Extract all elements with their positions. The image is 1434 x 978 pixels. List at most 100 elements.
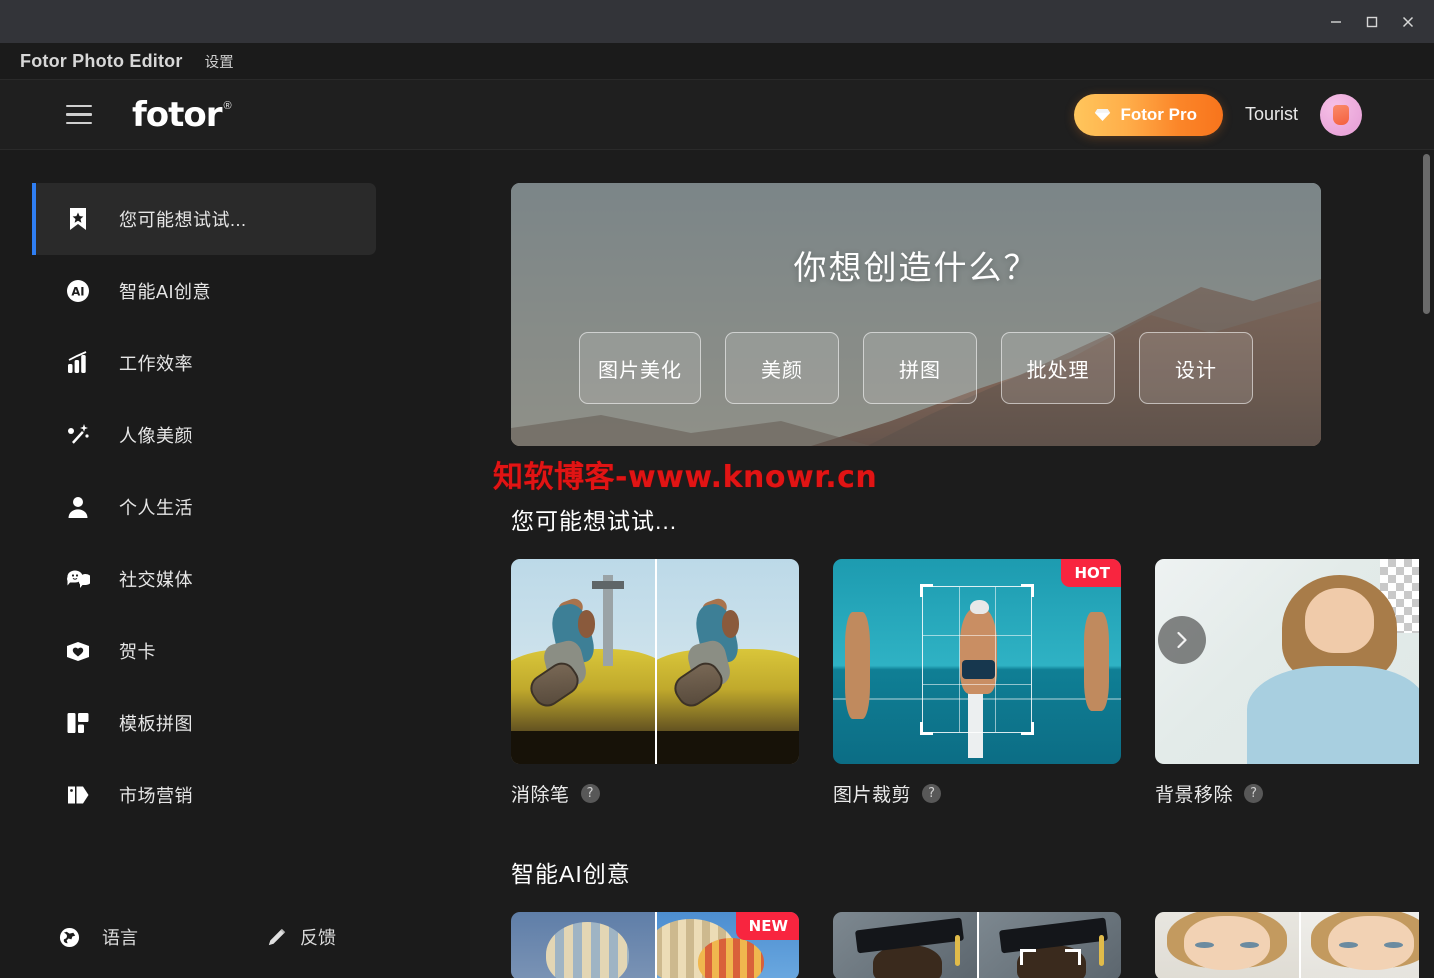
watermark-text: 知软博客-www.knowr.cn xyxy=(493,460,878,495)
fotor-pro-button[interactable]: Fotor Pro xyxy=(1074,93,1223,136)
bookmark-star-icon xyxy=(65,206,91,232)
registered-mark-icon: ® xyxy=(223,99,232,112)
sidebar-item-label: 人像美颜 xyxy=(119,426,193,446)
sidebar-item-label: 智能AI创意 xyxy=(119,282,212,302)
fotor-logo: fotor ® xyxy=(132,98,232,132)
card-title: 消除笔 xyxy=(511,785,570,806)
chevron-right-icon xyxy=(1177,631,1187,649)
sidebar-item-greeting-card[interactable]: 贺卡 xyxy=(32,615,376,687)
svg-text:AI: AI xyxy=(71,285,84,299)
vertical-scrollbar[interactable] xyxy=(1419,150,1434,978)
help-icon[interactable]: ? xyxy=(1244,784,1264,803)
sidebar-item-label: 市场营销 xyxy=(119,786,193,806)
person-icon xyxy=(65,494,91,520)
card-caption: 背景移除 ? xyxy=(1155,780,1434,807)
globe-icon xyxy=(56,924,82,950)
greeting-card-heart-icon xyxy=(65,638,91,664)
sidebar-item-productivity[interactable]: 工作效率 xyxy=(32,327,376,399)
app-window: Fotor Photo Editor 设置 fotor ® Fotor Pro … xyxy=(0,0,1434,978)
sidebar-item-social-media[interactable]: 社交媒体 xyxy=(32,543,376,615)
maximize-icon[interactable] xyxy=(1354,7,1390,37)
card-eraser[interactable]: 消除笔 ? xyxy=(511,559,799,807)
app-header: fotor ® Fotor Pro Tourist xyxy=(0,80,1434,150)
help-icon[interactable]: ? xyxy=(922,784,942,803)
close-icon[interactable] xyxy=(1390,7,1426,37)
card-title: 背景移除 xyxy=(1155,785,1234,806)
badge-hot: HOT xyxy=(1061,559,1121,587)
diamond-icon xyxy=(1095,108,1111,121)
language-button[interactable]: 语言 xyxy=(56,924,138,950)
avatar[interactable] xyxy=(1320,93,1362,136)
sidebar-item-label: 模板拼图 xyxy=(119,714,193,734)
card-ai-portrait[interactable] xyxy=(833,912,1121,978)
feedback-button[interactable]: 反馈 xyxy=(264,924,336,950)
sidebar-item-personal-life[interactable]: 个人生活 xyxy=(32,471,376,543)
hero-button-design[interactable]: 设计 xyxy=(1139,332,1253,404)
magic-wand-sparkle-icon xyxy=(65,422,91,448)
card-ai-retouch[interactable] xyxy=(1155,912,1434,978)
main-content: 你想创造什么？ 图片美化 美颜 拼图 批处理 设计 知软博客-www.knowr… xyxy=(470,150,1434,978)
brand-name: fotor xyxy=(132,94,223,135)
hero-button-collage[interactable]: 拼图 xyxy=(863,332,977,404)
hero-content: 你想创造什么？ 图片美化 美颜 拼图 批处理 设计 xyxy=(511,183,1321,446)
sidebar-nav: 您可能想试试... AI 智能AI创意 工作效率 人像美颜 个人生活 社交媒体 … xyxy=(0,150,470,831)
sidebar-item-marketing[interactable]: 市场营销 xyxy=(32,759,376,831)
hero-button-photo-enhance[interactable]: 图片美化 xyxy=(579,332,701,404)
card-title: 图片裁剪 xyxy=(833,785,912,806)
sidebar-item-label: 贺卡 xyxy=(119,642,156,662)
crop-frame-overlay xyxy=(920,583,1034,736)
sidebar: 您可能想试试... AI 智能AI创意 工作效率 人像美颜 个人生活 社交媒体 … xyxy=(0,150,470,978)
help-icon[interactable]: ? xyxy=(580,784,600,803)
badge-new: NEW xyxy=(735,912,799,940)
menu-bar: Fotor Photo Editor 设置 xyxy=(0,43,1434,80)
sidebar-item-template-collage[interactable]: 模板拼图 xyxy=(32,687,376,759)
card-thumbnail xyxy=(833,912,1121,978)
menu-item-settings[interactable]: 设置 xyxy=(205,51,234,72)
sidebar-item-label: 工作效率 xyxy=(119,354,193,374)
app-title: Fotor Photo Editor xyxy=(20,50,183,71)
user-name[interactable]: Tourist xyxy=(1245,104,1298,125)
sidebar-item-label: 个人生活 xyxy=(119,498,193,518)
ai-circle-icon: AI xyxy=(65,278,91,304)
scrollbar-thumb[interactable] xyxy=(1423,154,1430,314)
fotor-pro-label: Fotor Pro xyxy=(1120,104,1197,124)
header-actions: Fotor Pro Tourist xyxy=(1074,93,1434,136)
title-bar xyxy=(0,0,1434,43)
language-label: 语言 xyxy=(102,928,138,948)
section-title-suggestions: 您可能想试试... xyxy=(511,508,678,534)
card-row-ai-creative: NEW xyxy=(511,912,1434,978)
card-crop[interactable]: HOT 图片裁剪 ? xyxy=(833,559,1121,807)
sidebar-item-ai-creative[interactable]: AI 智能AI创意 xyxy=(32,255,376,327)
sidebar-footer: 语言 反馈 xyxy=(0,924,470,950)
carousel-next-wrapper xyxy=(1158,616,1206,664)
hero-title: 你想创造什么？ xyxy=(793,249,1039,286)
collage-layout-icon xyxy=(65,710,91,736)
carousel-next-button[interactable] xyxy=(1158,616,1206,664)
sidebar-item-label: 您可能想试试... xyxy=(119,210,247,230)
card-thumbnail: NEW xyxy=(511,912,799,978)
card-caption: 图片裁剪 ? xyxy=(833,780,1121,807)
chat-bubbles-icon xyxy=(65,566,91,592)
hero-quick-actions: 图片美化 美颜 拼图 批处理 设计 xyxy=(579,332,1253,404)
section-title-ai-creative: 智能AI创意 xyxy=(511,861,631,887)
card-thumbnail xyxy=(1155,912,1434,978)
minimize-icon[interactable] xyxy=(1318,7,1354,37)
card-thumbnail xyxy=(511,559,799,764)
pencil-icon xyxy=(264,924,290,950)
bar-chart-icon xyxy=(65,350,91,376)
card-caption: 消除笔 ? xyxy=(511,780,799,807)
feedback-label: 反馈 xyxy=(300,928,336,948)
hero-banner: 你想创造什么？ 图片美化 美颜 拼图 批处理 设计 xyxy=(511,183,1321,446)
card-thumbnail: HOT xyxy=(833,559,1121,764)
card-background-remove[interactable]: 背景移除 ? xyxy=(1155,559,1434,807)
sidebar-item-portrait-beauty[interactable]: 人像美颜 xyxy=(32,399,376,471)
window-controls xyxy=(1318,0,1426,43)
price-tags-icon xyxy=(65,782,91,808)
hero-button-batch[interactable]: 批处理 xyxy=(1001,332,1115,404)
hero-button-beauty[interactable]: 美颜 xyxy=(725,332,839,404)
sidebar-item-suggestions[interactable]: 您可能想试试... xyxy=(32,183,376,255)
hamburger-menu-icon[interactable] xyxy=(66,104,92,125)
card-row-suggestions: 消除笔 ? HOT 图片裁剪 ? 背景移除 ? xyxy=(511,559,1434,807)
sidebar-item-label: 社交媒体 xyxy=(119,570,193,590)
card-ai-enlarge[interactable]: NEW xyxy=(511,912,799,978)
